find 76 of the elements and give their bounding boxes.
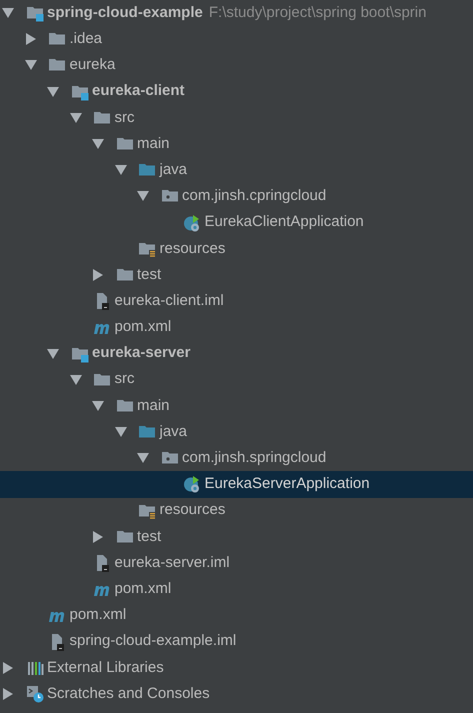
- collapse-arrow-icon[interactable]: [47, 348, 59, 360]
- collapse-arrow-icon[interactable]: [114, 164, 126, 176]
- tree-row[interactable]: Scratches and Consoles: [0, 680, 473, 708]
- collapse-arrow-icon[interactable]: [47, 86, 59, 98]
- tree-row[interactable]: test: [0, 524, 473, 550]
- tree-row[interactable]: test: [0, 262, 473, 288]
- expand-arrow-icon[interactable]: [2, 662, 14, 674]
- collapse-arrow-icon[interactable]: [92, 138, 104, 150]
- collapse-arrow-icon[interactable]: [70, 112, 82, 124]
- tree-row[interactable]: resources: [0, 236, 473, 262]
- spring-class-icon: [183, 214, 201, 232]
- node-label: com.jinsh.springcloud: [182, 448, 326, 468]
- node-label: eureka-client.iml: [114, 290, 224, 311]
- tree-row[interactable]: src: [0, 366, 473, 393]
- node-label: src: [114, 108, 134, 128]
- collapse-arrow-icon[interactable]: [137, 452, 149, 464]
- node-label: spring-cloud-example: [47, 2, 203, 23]
- collapse-arrow-icon[interactable]: [70, 374, 82, 386]
- tree-row[interactable]: eureka: [0, 52, 473, 79]
- tree-row[interactable]: com.jinsh.cpringcloud: [0, 183, 473, 210]
- node-label: main: [137, 396, 170, 416]
- tree-row[interactable]: External Libraries: [0, 654, 473, 681]
- node-label: External Libraries: [47, 658, 164, 678]
- node-label: resources: [160, 500, 226, 520]
- tree-row[interactable]: com.jinsh.springcloud: [0, 445, 473, 472]
- collapse-arrow-icon[interactable]: [2, 7, 14, 20]
- node-label: test: [137, 526, 162, 547]
- node-label: java: [160, 422, 188, 442]
- node-label: EurekaClientApplication: [204, 212, 364, 232]
- collapse-arrow-icon[interactable]: [24, 59, 36, 72]
- tree-row[interactable]: spring-cloud-example F:\study\project\spring boot\sprin: [0, 0, 473, 26]
- expand-arrow-icon[interactable]: [24, 33, 36, 46]
- node-label: src: [114, 369, 134, 390]
- tree-row[interactable]: eureka-server.iml: [0, 550, 473, 576]
- tree-row[interactable]: .idea: [0, 26, 473, 52]
- collapse-arrow-icon[interactable]: [114, 426, 126, 438]
- tree-row[interactable]: eureka-client.iml: [0, 288, 473, 314]
- node-label: java: [160, 160, 188, 180]
- collapse-arrow-icon[interactable]: [137, 190, 149, 202]
- expand-arrow-icon[interactable]: [2, 688, 14, 700]
- tree-row[interactable]: java: [0, 419, 473, 446]
- tree-row[interactable]: main: [0, 392, 473, 419]
- tree-row[interactable]: EurekaClientApplication: [0, 210, 473, 236]
- tree-row[interactable]: src: [0, 104, 473, 131]
- project-path: F:\study\project\spring boot\sprin: [208, 2, 426, 23]
- tree-row[interactable]: main: [0, 130, 473, 158]
- tree-row[interactable]: resources: [0, 498, 473, 524]
- tree-row[interactable]: java: [0, 157, 473, 184]
- tree-row[interactable]: spring-cloud-example.iml: [0, 628, 473, 655]
- module-folder-icon: [26, 4, 44, 22]
- node-label: eureka-server: [92, 343, 190, 364]
- tree-row[interactable]: EurekaServerApplication: [0, 471, 473, 498]
- node-label: EurekaServerApplication: [204, 474, 370, 494]
- tree-row[interactable]: pom.xml: [0, 602, 473, 628]
- tree-row[interactable]: pom.xml: [0, 314, 473, 340]
- node-label: pom.xml: [114, 317, 172, 338]
- expand-arrow-icon[interactable]: [92, 268, 104, 281]
- node-label: spring-cloud-example.iml: [70, 631, 236, 652]
- node-label: eureka-server.iml: [114, 552, 230, 573]
- scratches-icon: [26, 684, 44, 703]
- node-label: .idea: [70, 29, 102, 50]
- node-label: pom.xml: [114, 578, 172, 599]
- node-label: main: [137, 134, 170, 154]
- spring-class-icon: [183, 475, 201, 494]
- node-label: resources: [160, 238, 226, 259]
- expand-arrow-icon[interactable]: [92, 530, 104, 543]
- tree-row[interactable]: eureka-client: [0, 78, 473, 105]
- node-label: eureka-client: [92, 81, 185, 102]
- collapse-arrow-icon[interactable]: [92, 400, 104, 412]
- tree-row[interactable]: eureka-server: [0, 340, 473, 367]
- node-label: pom.xml: [70, 605, 126, 626]
- node-label: test: [137, 264, 162, 285]
- node-label: eureka: [70, 55, 116, 76]
- tree-row[interactable]: pom.xml: [0, 576, 473, 602]
- node-label: com.jinsh.cpringcloud: [182, 186, 326, 206]
- node-label: Scratches and Consoles: [47, 684, 210, 704]
